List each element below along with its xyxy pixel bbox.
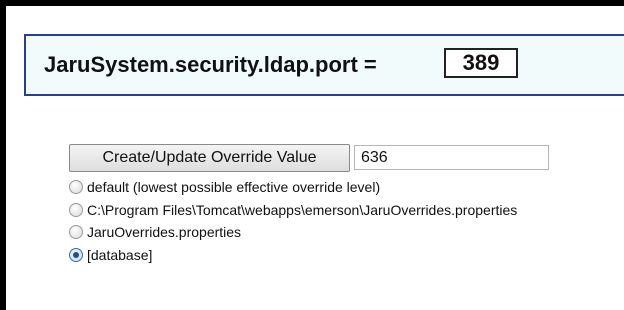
radio-button-jaru-overrides[interactable] (69, 225, 83, 239)
radio-option-default[interactable]: default (lowest possible effective overr… (69, 177, 380, 197)
radio-option-database[interactable]: [database] (69, 245, 152, 265)
radio-label-program-files: C:\Program Files\Tomcat\webapps\emerson\… (87, 202, 518, 218)
create-update-override-button[interactable]: Create/Update Override Value (69, 144, 350, 172)
radio-button-default[interactable] (69, 180, 83, 194)
override-value-input[interactable] (354, 145, 549, 170)
property-header-panel: JaruSystem.security.ldap.port = 389 (24, 34, 624, 96)
property-name: JaruSystem.security.ldap.port = (44, 52, 377, 77)
radio-label-database: [database] (87, 247, 153, 263)
radio-label-jaru-overrides: JaruOverrides.properties (87, 224, 242, 240)
window-frame-top (0, 0, 624, 6)
radio-label-default: default (lowest possible effective overr… (87, 179, 381, 195)
current-value-box: 389 (444, 48, 518, 78)
window-frame-left (0, 0, 6, 310)
radio-button-database[interactable] (69, 248, 83, 262)
radio-option-jaru-overrides[interactable]: JaruOverrides.properties (69, 222, 241, 242)
radio-button-program-files[interactable] (69, 203, 83, 217)
radio-option-program-files[interactable]: C:\Program Files\Tomcat\webapps\emerson\… (69, 200, 517, 220)
